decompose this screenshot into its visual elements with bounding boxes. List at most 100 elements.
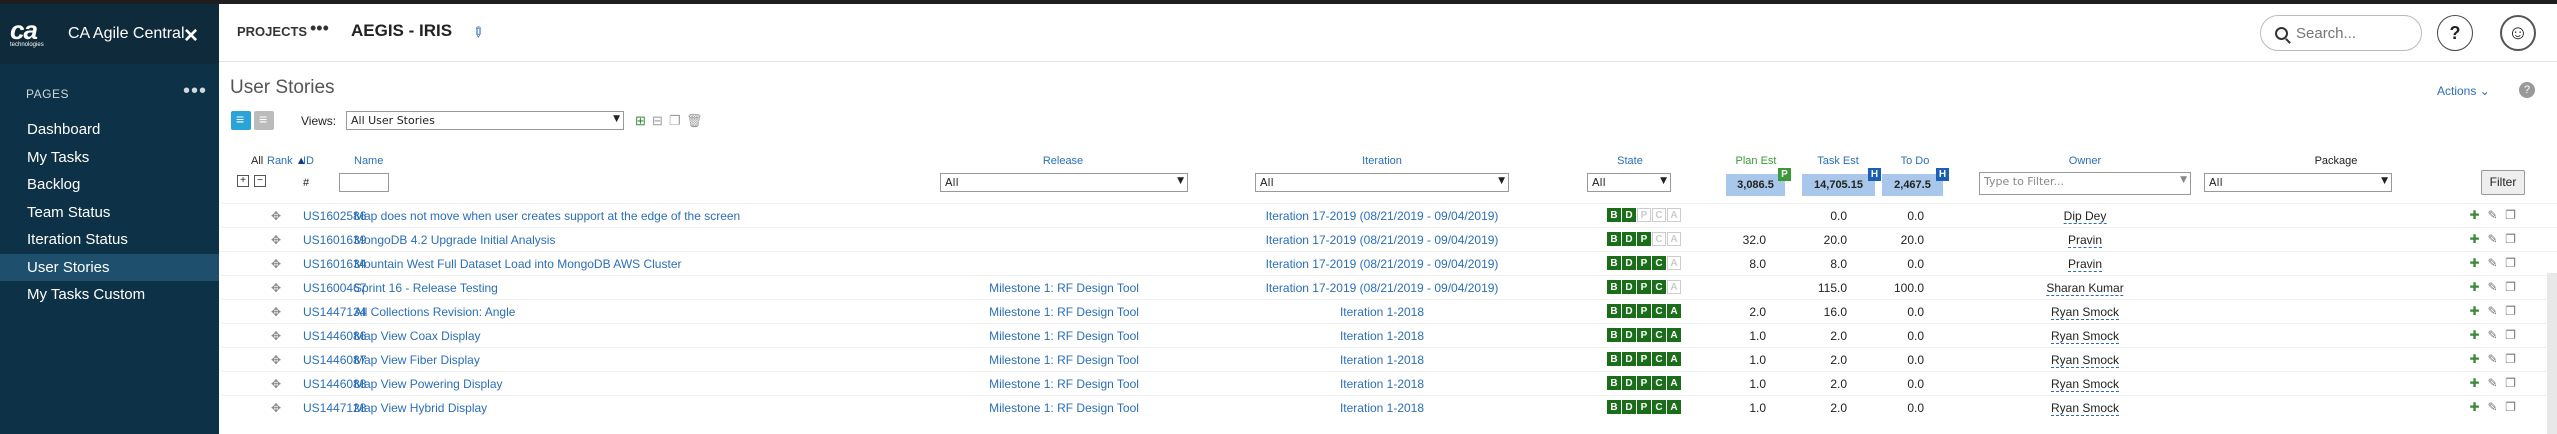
story-name[interactable]: Map View Coax Display	[354, 329, 481, 343]
state-filter[interactable]: All	[1587, 173, 1671, 192]
views-select[interactable]: All User Stories	[346, 111, 624, 130]
state-a[interactable]: A	[1667, 352, 1681, 366]
state-c[interactable]: C	[1652, 256, 1666, 270]
state-b[interactable]: B	[1607, 376, 1621, 390]
close-icon[interactable]: ×	[184, 22, 198, 50]
edit-icon[interactable]: ✎	[2485, 280, 2500, 295]
col-release[interactable]: Release	[1043, 155, 1083, 167]
details-icon[interactable]: ❐	[2503, 400, 2518, 415]
add-task-icon[interactable]: ✚	[2467, 256, 2482, 271]
edit-icon[interactable]: ✎	[2485, 400, 2500, 415]
edit-icon[interactable]: ✎	[2485, 328, 2500, 343]
story-name[interactable]: Map View Hybrid Display	[354, 401, 487, 415]
story-name[interactable]: Sprint 16 - Release Testing	[354, 281, 498, 295]
plan-est[interactable]: 1.0	[1749, 377, 1766, 391]
state-c[interactable]: C	[1652, 376, 1666, 390]
story-release[interactable]: Milestone 1: RF Design Tool	[989, 353, 1139, 367]
pin-icon[interactable]: ✎	[468, 22, 488, 42]
state-p[interactable]: P	[1637, 280, 1651, 294]
owner-filter[interactable]: Type to Filter...	[1979, 172, 2191, 195]
col-id[interactable]: ID	[303, 155, 314, 167]
state-c[interactable]: C	[1652, 352, 1666, 366]
story-owner[interactable]: Ryan Smock	[2050, 377, 2120, 392]
edit-icon[interactable]: ✎	[2485, 232, 2500, 247]
state-p[interactable]: P	[1637, 400, 1651, 414]
help-icon[interactable]: ?	[2519, 82, 2535, 98]
state-c[interactable]: C	[1652, 400, 1666, 414]
state-d[interactable]: D	[1622, 232, 1636, 246]
edit-icon[interactable]: ✎	[2485, 376, 2500, 391]
drag-handle-icon[interactable]: ✥	[271, 353, 281, 367]
details-icon[interactable]: ❐	[2503, 328, 2518, 343]
drag-handle-icon[interactable]: ✥	[271, 329, 281, 343]
story-name[interactable]: Map does not move when user creates supp…	[354, 209, 740, 223]
add-child-icon[interactable]: ⊟	[652, 113, 667, 128]
story-name[interactable]: Map View Fiber Display	[354, 353, 480, 367]
state-b[interactable]: B	[1607, 208, 1621, 222]
story-release[interactable]: Milestone 1: RF Design Tool	[989, 329, 1139, 343]
details-icon[interactable]: ❐	[2503, 304, 2518, 319]
drag-handle-icon[interactable]: ✥	[271, 305, 281, 319]
state-c[interactable]: C	[1652, 232, 1666, 246]
state-a[interactable]: A	[1667, 280, 1681, 294]
plan-est[interactable]: 1.0	[1749, 353, 1766, 367]
search-input[interactable]	[2296, 24, 2416, 42]
add-task-icon[interactable]: ✚	[2467, 400, 2482, 415]
state-p[interactable]: P	[1637, 376, 1651, 390]
sidebar-item-iteration-status[interactable]: Iteration Status	[0, 226, 219, 254]
copy-icon[interactable]: ❐	[669, 113, 684, 128]
state-p[interactable]: P	[1637, 256, 1651, 270]
drag-handle-icon[interactable]: ✥	[271, 401, 281, 415]
col-package[interactable]: Package	[2315, 155, 2358, 167]
story-name[interactable]: Mountain West Full Dataset Load into Mon…	[354, 257, 682, 271]
sidebar-item-dashboard[interactable]: Dashboard	[0, 116, 219, 144]
add-task-icon[interactable]: ✚	[2467, 280, 2482, 295]
search-box[interactable]	[2260, 15, 2422, 51]
col-iteration[interactable]: Iteration	[1362, 155, 1402, 167]
col-plan-est[interactable]: Plan Est	[1736, 155, 1777, 167]
story-name[interactable]: MongoDB 4.2 Upgrade Initial Analysis	[354, 233, 555, 247]
story-owner[interactable]: Dip Dey	[2063, 209, 2107, 224]
add-story-icon[interactable]: ⊞	[635, 113, 650, 128]
sidebar-item-my-tasks-custom[interactable]: My Tasks Custom	[0, 281, 219, 309]
state-a[interactable]: A	[1667, 328, 1681, 342]
story-owner[interactable]: Sharan Kumar	[2046, 281, 2124, 296]
state-b[interactable]: B	[1607, 280, 1621, 294]
state-b[interactable]: B	[1607, 352, 1621, 366]
sidebar-item-backlog[interactable]: Backlog	[0, 171, 219, 199]
story-iteration[interactable]: Iteration 1-2018	[1340, 305, 1424, 319]
edit-icon[interactable]: ✎	[2485, 304, 2500, 319]
state-b[interactable]: B	[1607, 304, 1621, 318]
plan-est[interactable]: 2.0	[1749, 305, 1766, 319]
state-b[interactable]: B	[1607, 256, 1621, 270]
state-d[interactable]: D	[1622, 256, 1636, 270]
state-a[interactable]: A	[1667, 208, 1681, 222]
story-owner[interactable]: Ryan Smock	[2050, 329, 2120, 344]
id-filter[interactable]	[339, 173, 389, 192]
col-owner[interactable]: Owner	[2069, 155, 2101, 167]
drag-handle-icon[interactable]: ✥	[271, 233, 281, 247]
story-owner[interactable]: Pravin	[2067, 233, 2103, 248]
filter-button[interactable]: Filter	[2481, 170, 2525, 195]
pages-more-icon[interactable]: •••	[183, 80, 207, 103]
col-task-est[interactable]: Task Est	[1817, 155, 1859, 167]
state-b[interactable]: B	[1607, 328, 1621, 342]
state-c[interactable]: C	[1652, 328, 1666, 342]
state-c[interactable]: C	[1652, 280, 1666, 294]
details-icon[interactable]: ❐	[2503, 256, 2518, 271]
plan-est[interactable]: 8.0	[1749, 257, 1766, 271]
story-iteration[interactable]: Iteration 1-2018	[1340, 401, 1424, 415]
story-iteration[interactable]: Iteration 17-2019 (08/21/2019 - 09/04/20…	[1266, 257, 1499, 271]
state-d[interactable]: D	[1622, 352, 1636, 366]
story-iteration[interactable]: Iteration 17-2019 (08/21/2019 - 09/04/20…	[1266, 209, 1499, 223]
release-filter[interactable]: All	[940, 173, 1188, 192]
avatar[interactable]: ☺	[2500, 15, 2536, 51]
plan-est[interactable]: 1.0	[1749, 401, 1766, 415]
col-to-do[interactable]: To Do	[1901, 155, 1930, 167]
add-task-icon[interactable]: ✚	[2467, 232, 2482, 247]
state-d[interactable]: D	[1622, 376, 1636, 390]
details-icon[interactable]: ❐	[2503, 208, 2518, 223]
state-c[interactable]: C	[1652, 304, 1666, 318]
edit-icon[interactable]: ✎	[2485, 256, 2500, 271]
state-p[interactable]: P	[1637, 328, 1651, 342]
